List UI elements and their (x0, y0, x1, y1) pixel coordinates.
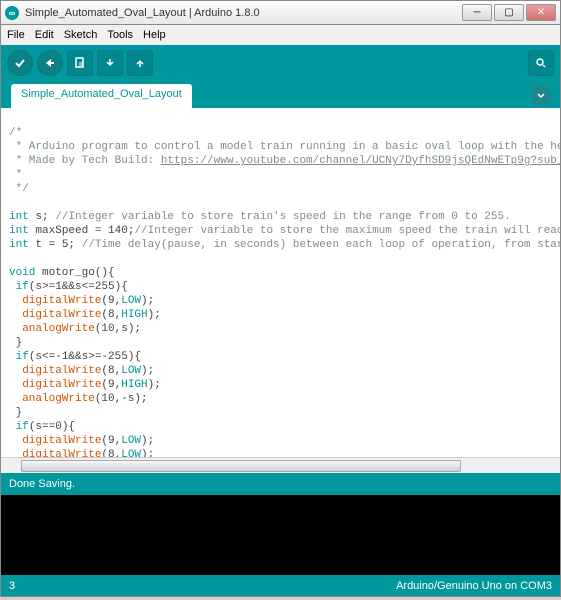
status-bar: Done Saving. (0, 473, 561, 495)
menu-bar: File Edit Sketch Tools Help (0, 25, 561, 45)
menu-tools[interactable]: Tools (107, 29, 133, 41)
code-editor[interactable]: /* * Arduino program to control a model … (0, 108, 561, 473)
status-message: Done Saving. (9, 478, 75, 490)
line-number: 3 (9, 580, 15, 592)
title-bar: ∞ Simple_Automated_Oval_Layout | Arduino… (0, 0, 561, 25)
close-button[interactable]: ✕ (526, 4, 556, 21)
menu-sketch[interactable]: Sketch (64, 29, 98, 41)
upload-button[interactable] (37, 50, 63, 76)
toolbar (0, 45, 561, 80)
window-title: Simple_Automated_Oval_Layout | Arduino 1… (25, 7, 462, 19)
tab-main[interactable]: Simple_Automated_Oval_Layout (11, 84, 192, 108)
maximize-button[interactable]: ▢ (494, 4, 524, 21)
open-button[interactable] (97, 50, 123, 76)
serial-monitor-button[interactable] (528, 50, 554, 76)
footer-bar: 3 Arduino/Genuino Uno on COM3 (0, 575, 561, 597)
tab-menu-button[interactable] (532, 86, 550, 104)
minimize-button[interactable]: ─ (462, 4, 492, 21)
verify-button[interactable] (7, 50, 33, 76)
menu-edit[interactable]: Edit (35, 29, 54, 41)
code-content[interactable]: /* * Arduino program to control a model … (1, 108, 560, 473)
save-button[interactable] (127, 50, 153, 76)
tab-bar: Simple_Automated_Oval_Layout (0, 80, 561, 108)
arduino-icon: ∞ (5, 6, 19, 20)
menu-help[interactable]: Help (143, 29, 166, 41)
new-button[interactable] (67, 50, 93, 76)
console-output[interactable] (0, 495, 561, 575)
menu-file[interactable]: File (7, 29, 25, 41)
horizontal-scrollbar[interactable] (1, 457, 560, 473)
scrollbar-thumb[interactable] (21, 460, 461, 472)
board-info: Arduino/Genuino Uno on COM3 (396, 580, 552, 592)
